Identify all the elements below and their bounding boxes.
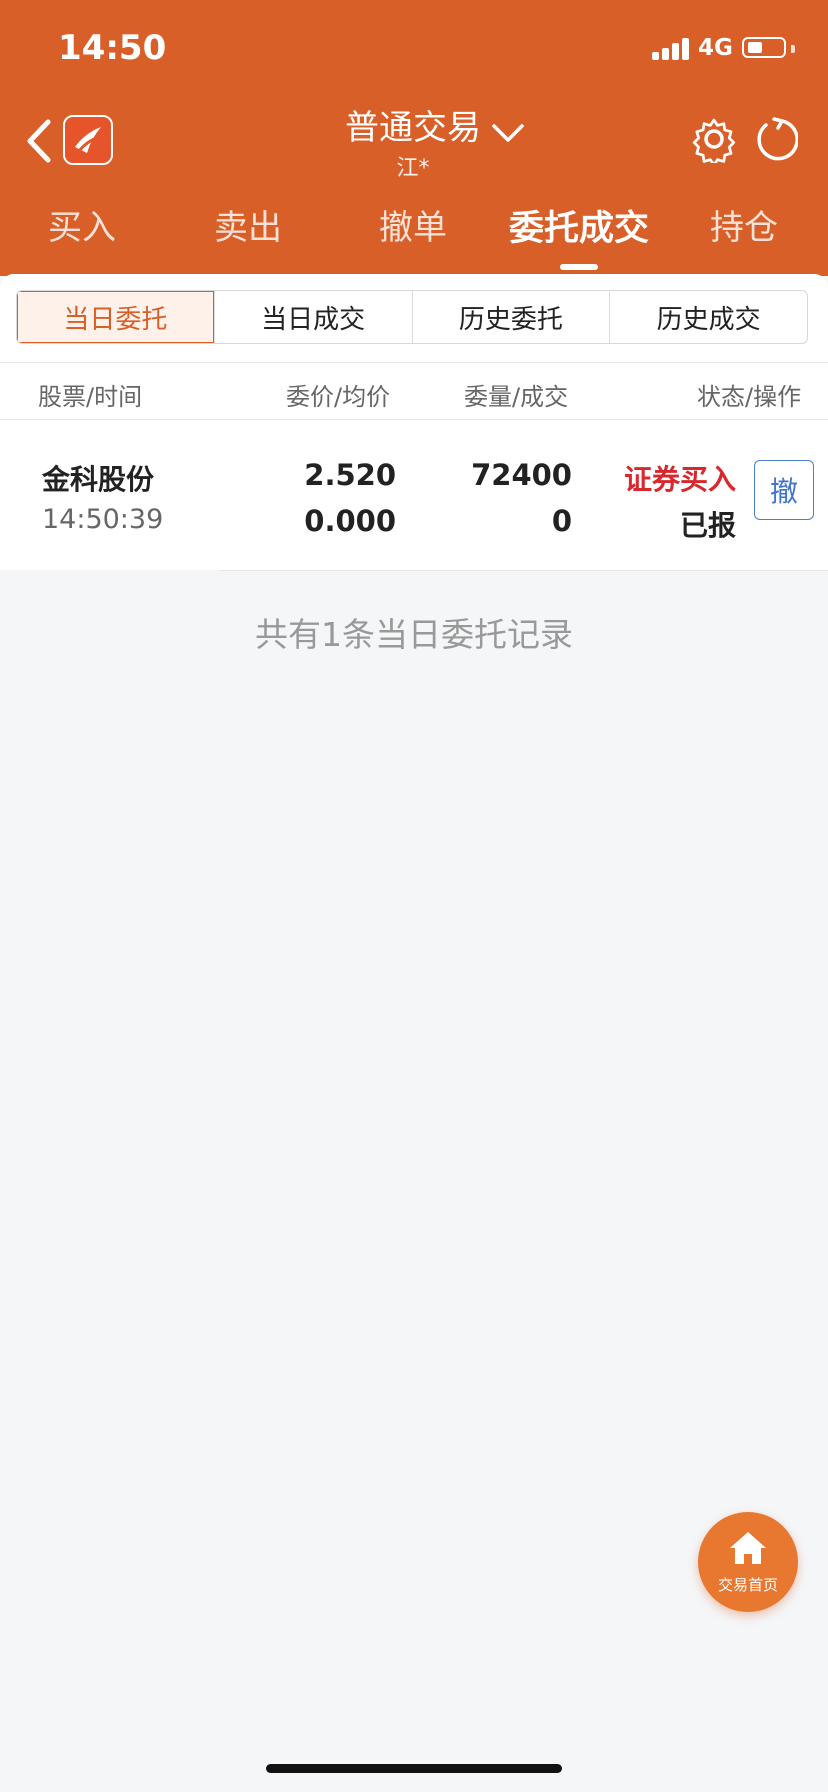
- segment-history-trades[interactable]: 历史成交: [609, 291, 807, 343]
- trade-tabs: 买入 卖出 撤单 委托成交 持仓: [0, 200, 828, 260]
- segment-today-orders[interactable]: 当日委托: [17, 291, 214, 343]
- segment-today-trades[interactable]: 当日成交: [213, 291, 412, 343]
- average-price: 0.000: [304, 504, 396, 538]
- order-type-segmented-control: 当日委托 当日成交 历史委托 历史成交: [16, 290, 808, 344]
- tab-cancel[interactable]: 撤单: [343, 200, 483, 249]
- filled-quantity: 0: [551, 504, 572, 538]
- order-price: 2.520: [304, 458, 396, 492]
- column-status-action: 状态/操作: [697, 383, 802, 411]
- back-chevron-icon: [27, 119, 51, 163]
- account-dropdown-button[interactable]: [488, 118, 528, 148]
- stock-name: 金科股份: [42, 463, 155, 496]
- gear-icon: [692, 118, 736, 167]
- table-row[interactable]: 金科股份 14:50:39 2.520 0.000 72400 0 证券买入 已…: [0, 420, 828, 570]
- table-header: 股票/时间 委价/均价 委量/成交 状态/操作: [0, 362, 828, 420]
- order-time: 14:50:39: [42, 504, 164, 535]
- column-price-avg: 委价/均价: [286, 383, 391, 411]
- row-divider: [220, 570, 828, 571]
- tab-buy[interactable]: 买入: [12, 200, 152, 249]
- battery-icon: [742, 37, 786, 58]
- chevron-down-icon: [492, 124, 524, 142]
- app-logo[interactable]: [63, 115, 113, 165]
- trade-home-button[interactable]: 交易首页: [698, 1512, 798, 1612]
- order-quantity: 72400: [471, 458, 572, 492]
- column-qty-filled: 委量/成交: [464, 383, 569, 411]
- account-name: 江*: [396, 156, 430, 181]
- home-indicator[interactable]: [266, 1764, 562, 1773]
- status-time: 14:50: [58, 28, 167, 68]
- refresh-icon: [757, 117, 799, 161]
- tab-sell[interactable]: 卖出: [178, 200, 318, 249]
- page-title[interactable]: 普通交易: [322, 100, 504, 149]
- order-direction: 证券买入: [623, 463, 736, 496]
- battery-cap: [791, 45, 795, 53]
- tab-orders-trades[interactable]: 委托成交: [494, 200, 664, 251]
- signal-icon: [652, 36, 692, 60]
- records-summary: 共有1条当日委托记录: [255, 615, 573, 654]
- column-stock-time: 股票/时间: [38, 383, 143, 411]
- home-icon: [730, 1532, 766, 1564]
- tab-positions[interactable]: 持仓: [674, 200, 814, 249]
- network-label: 4G: [698, 35, 733, 61]
- refresh-button[interactable]: [754, 115, 799, 163]
- active-tab-indicator: [560, 264, 598, 270]
- settings-button[interactable]: [690, 115, 738, 167]
- segment-history-orders[interactable]: 历史委托: [411, 291, 610, 343]
- trade-home-label: 交易首页: [717, 1576, 778, 1594]
- back-button[interactable]: [22, 118, 58, 164]
- logo-icon: [75, 127, 101, 153]
- order-status: 已报: [679, 509, 736, 542]
- cancel-order-button[interactable]: 撤: [754, 460, 814, 520]
